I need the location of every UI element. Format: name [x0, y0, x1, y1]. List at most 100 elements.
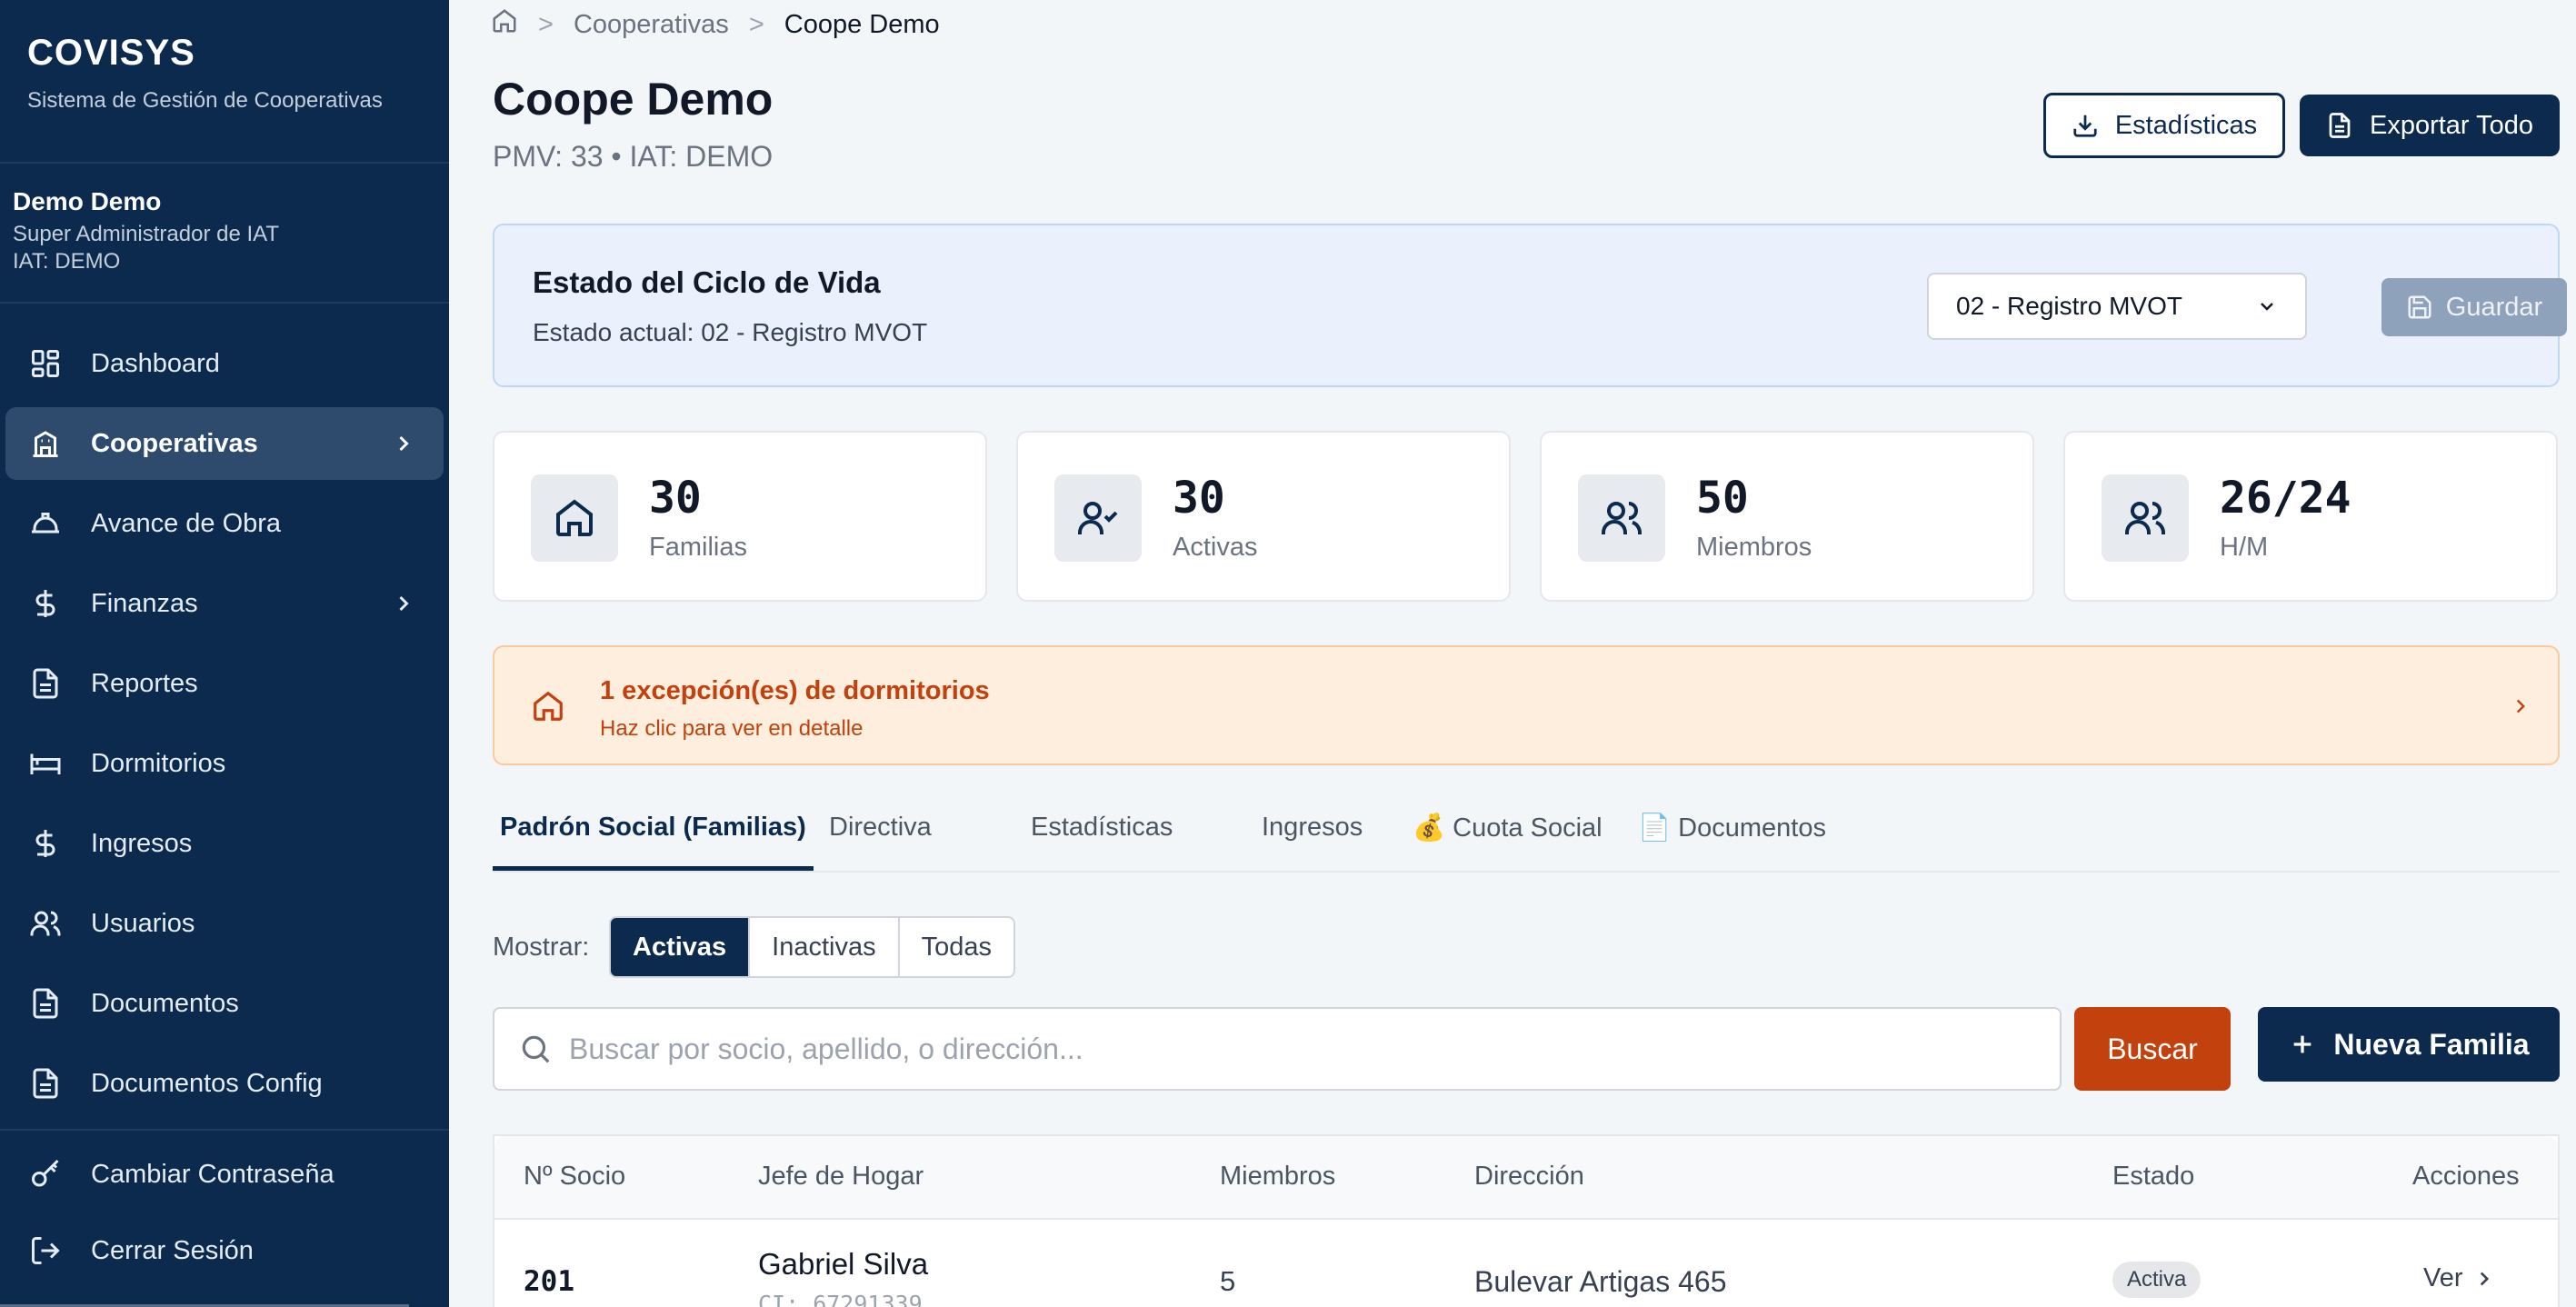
chevron-down-icon: [2261, 303, 2273, 311]
stat-card-miembros: 50 Miembros: [1540, 431, 2034, 602]
status-badge: Activa: [2112, 1262, 2202, 1298]
sidebar-item-label: Documentos Config: [91, 1068, 323, 1098]
building-icon: [27, 425, 64, 462]
filter-activas[interactable]: Activas: [611, 918, 751, 976]
breadcrumb-separator: >: [748, 9, 764, 39]
sidebar-item-ingresos[interactable]: Ingresos: [5, 807, 444, 880]
tab-ingresos[interactable]: Ingresos: [1262, 813, 1363, 871]
home-icon[interactable]: [491, 7, 518, 42]
sidebar-item-finanzas[interactable]: Finanzas: [5, 567, 444, 640]
sidebar-item-label: Ingresos: [91, 828, 193, 858]
page-title: Coope Demo: [493, 74, 774, 125]
change-password-button[interactable]: Cambiar Contraseña: [5, 1140, 444, 1209]
document-icon: [27, 985, 64, 1022]
stat-card-hm: 26/24 H/M: [2063, 431, 2558, 602]
export-all-button-label: Exportar Todo: [2369, 110, 2534, 140]
home-icon: [534, 691, 563, 721]
column-header[interactable]: Nº Socio: [524, 1162, 625, 1192]
sidebar-bottom: Cambiar Contraseña Cerrar Sesión: [0, 1129, 449, 1292]
user-role: Super Administrador de IAT: [13, 222, 280, 246]
users-icon: [27, 905, 64, 942]
sidebar-item-label: Avance de Obra: [91, 508, 282, 538]
column-header[interactable]: Estado: [2112, 1162, 2194, 1192]
lifecycle-save-button[interactable]: Guardar: [2381, 278, 2567, 336]
brand: COVISYS Sistema de Gestión de Cooperativ…: [0, 0, 449, 164]
new-family-button[interactable]: Nueva Familia: [2258, 1007, 2560, 1082]
sidebar-item-reportes[interactable]: Reportes: [5, 647, 444, 720]
head-ci: CI: 67291339: [758, 1291, 923, 1307]
sidebar: COVISYS Sistema de Gestión de Cooperativ…: [0, 0, 449, 1307]
logout-button[interactable]: Cerrar Sesión: [5, 1216, 444, 1285]
sidebar-item-dashboard[interactable]: Dashboard: [5, 327, 444, 400]
column-header[interactable]: Dirección: [1474, 1162, 1584, 1192]
filter-label: Mostrar:: [493, 933, 590, 962]
logout-label: Cerrar Sesión: [91, 1235, 254, 1265]
main-content: > Cooperativas > Coope Demo Coope Demo P…: [449, 0, 2576, 1307]
logout-icon: [27, 1232, 64, 1269]
tab-estadisticas[interactable]: Estadísticas: [1031, 813, 1173, 871]
families-table: Nº Socio Jefe de Hogar Miembros Direcció…: [493, 1134, 2560, 1307]
brand-subtitle: Sistema de Gestión de Cooperativas: [27, 88, 383, 113]
user-name: Demo Demo: [13, 187, 162, 215]
filter-todas[interactable]: Todas: [900, 918, 1013, 976]
lifecycle-title: Estado del Ciclo de Vida: [533, 265, 881, 299]
dormitory-exception-alert[interactable]: 1 excepción(es) de dormitorios Haz clic …: [493, 645, 2560, 765]
breadcrumb-separator: >: [538, 9, 554, 39]
column-header[interactable]: Miembros: [1220, 1162, 1335, 1192]
search-box: [493, 1007, 2062, 1091]
address: Bulevar Artigas 465: [1474, 1265, 1727, 1298]
search-button[interactable]: Buscar: [2074, 1007, 2231, 1091]
breadcrumb: > Cooperativas > Coope Demo: [491, 7, 940, 42]
stat-card-familias: 30 Familias: [493, 431, 987, 602]
breadcrumb-current: Coope Demo: [784, 9, 940, 39]
sidebar-nav: Dashboard Cooperativas Avance de Obra Fi…: [0, 327, 449, 1127]
alert-title: 1 excepción(es) de dormitorios: [600, 676, 990, 705]
helmet-icon: [27, 505, 64, 542]
table-header: Nº Socio Jefe de Hogar Miembros Direcció…: [494, 1136, 2558, 1220]
user-check-icon: [1054, 474, 1142, 562]
sidebar-item-avance-de-obra[interactable]: Avance de Obra: [5, 487, 444, 560]
filter-segmented-control: Activas Inactivas Todas: [609, 916, 1016, 978]
sidebar-item-documentos-config[interactable]: Documentos Config: [5, 1047, 444, 1120]
document-icon: [2329, 113, 2351, 138]
page-subtitle: PMV: 33 • IAT: DEMO: [493, 140, 774, 173]
user-info: Demo Demo Super Administrador de IAT IAT…: [0, 164, 449, 304]
plus-icon: [2294, 1035, 2311, 1053]
chevron-right-icon: [399, 595, 409, 612]
export-all-button[interactable]: Exportar Todo: [2300, 95, 2560, 156]
stat-value: 30: [649, 473, 702, 524]
sidebar-item-label: Cooperativas: [91, 428, 258, 458]
sidebar-item-documentos[interactable]: Documentos: [5, 967, 444, 1040]
lifecycle-save-label: Guardar: [2445, 292, 2543, 322]
chevron-right-icon: [399, 435, 409, 452]
change-password-label: Cambiar Contraseña: [91, 1159, 334, 1189]
stat-label: Familias: [649, 533, 747, 562]
tab-padron-social[interactable]: Padrón Social (Familias): [493, 813, 814, 871]
search-input[interactable]: [569, 1032, 2023, 1066]
view-family-link[interactable]: Ver: [2423, 1263, 2496, 1293]
sidebar-item-dormitorios[interactable]: Dormitorios: [5, 727, 444, 800]
sidebar-item-cooperativas[interactable]: Cooperativas: [5, 407, 444, 480]
tab-cuota-social[interactable]: 💰 Cuota Social: [1413, 813, 1603, 871]
view-label: Ver: [2423, 1263, 2463, 1292]
sidebar-item-label: Finanzas: [91, 588, 198, 618]
download-icon: [2073, 115, 2097, 137]
sidebar-item-usuarios[interactable]: Usuarios: [5, 887, 444, 960]
stat-label: Activas: [1173, 533, 1258, 562]
stat-value: 26/24: [2220, 473, 2351, 524]
tab-directiva[interactable]: Directiva: [829, 813, 932, 871]
dashboard-icon: [27, 345, 64, 382]
breadcrumb-cooperativas[interactable]: Cooperativas: [574, 10, 729, 40]
alert-subtitle: Haz clic para ver en detalle: [600, 716, 864, 741]
filter-inactivas[interactable]: Inactivas: [750, 918, 900, 976]
sidebar-item-label: Dormitorios: [91, 748, 226, 778]
stat-value: 50: [1696, 473, 1749, 524]
sidebar-item-label: Dashboard: [91, 348, 220, 378]
sidebar-item-label: Usuarios: [91, 908, 195, 938]
tab-bar: Padrón Social (Familias) Directiva Estad…: [493, 798, 2560, 873]
lifecycle-state-select[interactable]: 02 - Registro MVOT: [1927, 273, 2307, 340]
column-header[interactable]: Jefe de Hogar: [758, 1162, 924, 1192]
tab-documentos[interactable]: 📄 Documentos: [1638, 813, 1826, 871]
members-count: 5: [1220, 1265, 1236, 1297]
statistics-button[interactable]: Estadísticas: [2043, 93, 2285, 158]
